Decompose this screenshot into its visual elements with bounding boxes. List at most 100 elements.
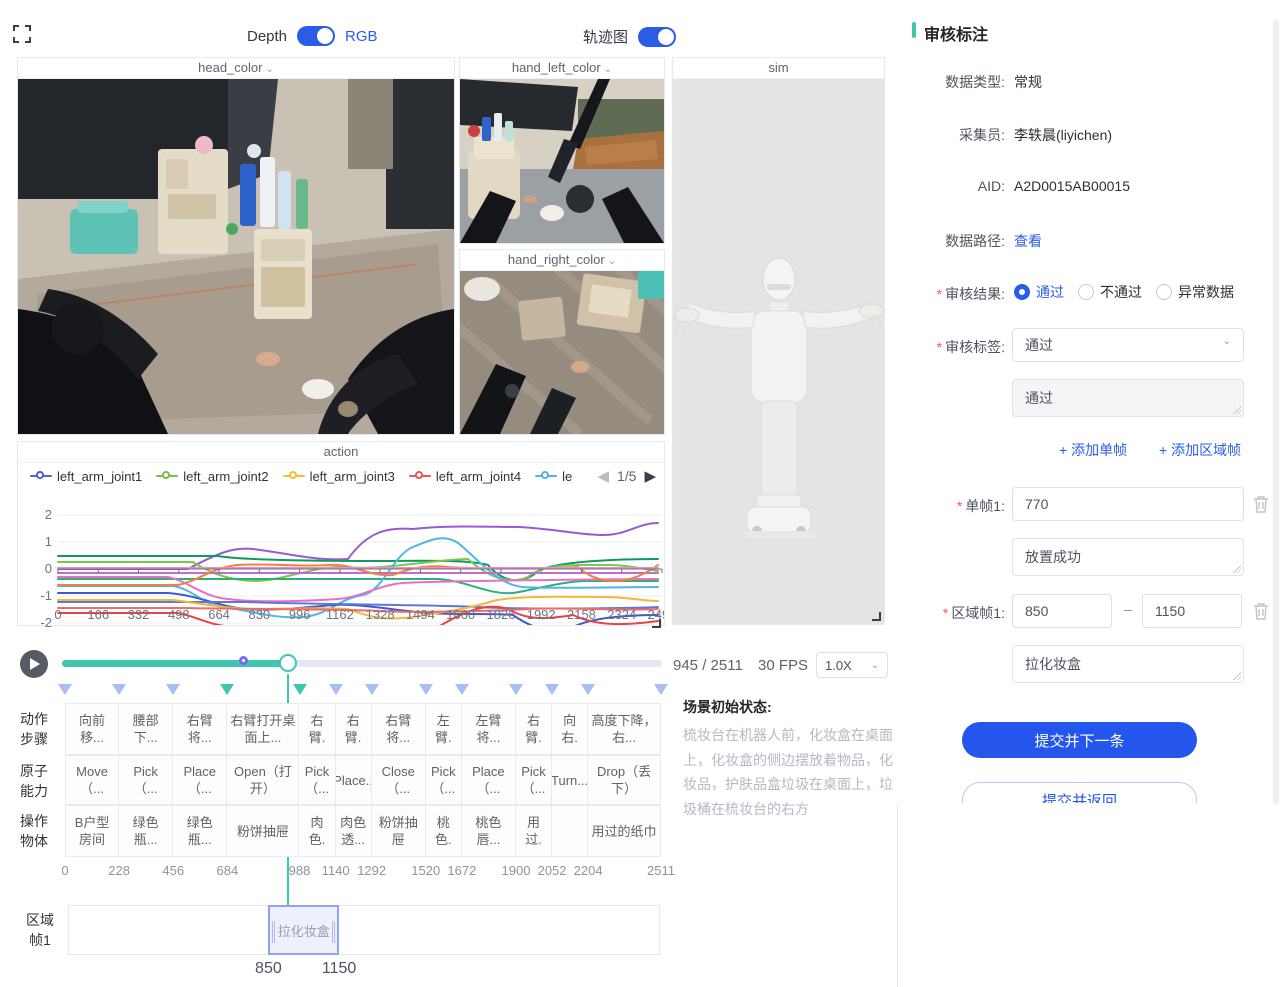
- legend-prev-icon[interactable]: ◀: [597, 467, 609, 485]
- frame-marker-icon[interactable]: [581, 684, 595, 695]
- steps-table-cell[interactable]: Move（...: [65, 755, 119, 805]
- steps-table-cell[interactable]: Pick（...: [119, 755, 173, 805]
- frame-marker-icon[interactable]: [654, 684, 668, 695]
- steps-table-cell[interactable]: 向前移...: [65, 703, 119, 755]
- sim-viewport[interactable]: [673, 79, 884, 624]
- steps-table-cell[interactable]: 绿色瓶...: [173, 805, 227, 857]
- head-camera-header[interactable]: head_color⌄: [18, 58, 454, 79]
- frame-marker-icon[interactable]: [545, 684, 559, 695]
- steps-table-cell[interactable]: 右臂.: [516, 703, 552, 755]
- legend-item[interactable]: left_arm_joint3: [283, 469, 395, 484]
- review-result-radio[interactable]: 异常数据: [1156, 282, 1234, 302]
- region-left-handle[interactable]: [272, 921, 275, 943]
- data-path-link[interactable]: 查看: [1014, 231, 1042, 251]
- single-frame-input[interactable]: 770: [1012, 487, 1244, 521]
- legend-item[interactable]: left_arm_joint2: [156, 469, 268, 484]
- radio-icon[interactable]: [1156, 284, 1172, 300]
- steps-table-cell[interactable]: Close（...: [372, 755, 426, 805]
- review-tag-select[interactable]: 通过 ⌄: [1012, 328, 1244, 362]
- frame-marker-icon[interactable]: [293, 684, 307, 695]
- steps-table-cell[interactable]: 用过的纸巾: [588, 805, 661, 857]
- fullscreen-icon[interactable]: [13, 25, 31, 43]
- single-frame-dot-marker[interactable]: [239, 656, 248, 665]
- steps-table-cell[interactable]: Pick（...: [300, 755, 336, 805]
- steps-table-cell[interactable]: Open（打开）: [227, 755, 299, 805]
- steps-table-cell[interactable]: B户型房间: [65, 805, 119, 857]
- resize-handle-icon[interactable]: [871, 611, 881, 621]
- steps-table-cell[interactable]: 右臂.: [300, 703, 336, 755]
- radio-icon[interactable]: [1078, 284, 1094, 300]
- steps-table-cell[interactable]: 左臂.: [426, 703, 462, 755]
- region-track[interactable]: [68, 905, 660, 955]
- frame-marker-icon[interactable]: [58, 684, 72, 695]
- frame-marker-icon[interactable]: [220, 684, 234, 695]
- frame-marker-icon[interactable]: [112, 684, 126, 695]
- legend-item[interactable]: left_arm_joint4: [409, 469, 521, 484]
- steps-table-cell[interactable]: 高度下降，右...: [588, 703, 661, 755]
- scene-initial-text: 梳妆台在机器人前，化妆盒在桌面上，化妆盒的侧边摆放着物品，化妆品，护肤品盒垃圾在…: [683, 723, 897, 821]
- steps-table-cell[interactable]: 腰部下...: [119, 703, 173, 755]
- steps-table-cell[interactable]: 右臂打开桌面上...: [227, 703, 299, 755]
- steps-table-cell[interactable]: 右臂将...: [173, 703, 227, 755]
- chart-plot-area[interactable]: 210-1-2 01663324986648309961162132814941…: [18, 489, 664, 630]
- resize-grip-icon[interactable]: [1233, 565, 1241, 573]
- speed-select[interactable]: 1.0X ⌄: [816, 652, 888, 678]
- steps-table-cell[interactable]: 肉色透...: [336, 805, 372, 857]
- scrollbar[interactable]: [1273, 20, 1279, 804]
- legend-next-icon[interactable]: ▶: [644, 467, 656, 485]
- add-single-frame-button[interactable]: + 添加单帧: [1059, 440, 1127, 460]
- steps-table-cell[interactable]: 桃色.: [426, 805, 462, 857]
- steps-table-cell[interactable]: Place（...: [462, 755, 516, 805]
- legend-item[interactable]: left_arm_joint1: [30, 469, 142, 484]
- region-start-input[interactable]: 850: [1012, 594, 1112, 628]
- review-tag-note[interactable]: 通过: [1012, 379, 1244, 417]
- steps-table-cell[interactable]: 粉饼抽屉: [227, 805, 299, 857]
- delete-region-frame-icon[interactable]: [1253, 602, 1269, 620]
- add-region-frame-button[interactable]: + 添加区域帧: [1159, 440, 1241, 460]
- steps-table-cell[interactable]: 右臂.: [336, 703, 372, 755]
- hand-left-camera-header[interactable]: hand_left_color⌄: [460, 58, 664, 79]
- steps-table-cell[interactable]: 向右.: [552, 703, 588, 755]
- play-button[interactable]: [20, 650, 48, 678]
- progress-handle[interactable]: [279, 654, 297, 672]
- frame-marker-icon[interactable]: [455, 684, 469, 695]
- frame-marker-icon[interactable]: [166, 684, 180, 695]
- submit-next-button[interactable]: 提交并下一条: [962, 722, 1197, 758]
- resize-handle-icon[interactable]: [651, 618, 661, 628]
- steps-table-cell[interactable]: 右臂将...: [372, 703, 426, 755]
- steps-table-cell[interactable]: Pick（...: [516, 755, 552, 805]
- radio-icon[interactable]: [1014, 284, 1030, 300]
- steps-table-cell[interactable]: Turn...: [552, 755, 588, 805]
- single-frame-note[interactable]: 放置成功: [1012, 538, 1244, 576]
- steps-table-cell[interactable]: 左臂将...: [462, 703, 516, 755]
- hand-right-camera-header[interactable]: hand_right_color⌄: [460, 250, 664, 271]
- steps-table-cell[interactable]: 绿色瓶...: [119, 805, 173, 857]
- region-frame-note[interactable]: 拉化妆盒: [1012, 645, 1244, 683]
- steps-table-cell[interactable]: Place（...: [173, 755, 227, 805]
- frame-marker-icon[interactable]: [509, 684, 523, 695]
- steps-table-cell[interactable]: Pick（...: [426, 755, 462, 805]
- chevron-down-icon: ⌄: [1223, 336, 1231, 347]
- review-result-radio[interactable]: 通过: [1014, 282, 1064, 302]
- delete-single-frame-icon[interactable]: [1253, 495, 1269, 513]
- frame-marker-icon[interactable]: [365, 684, 379, 695]
- steps-table-cell[interactable]: 肉色.: [300, 805, 336, 857]
- steps-table-cell[interactable]: Place..: [336, 755, 372, 805]
- resize-grip-icon[interactable]: [1233, 406, 1241, 414]
- region-highlight[interactable]: 拉化妆盒: [268, 905, 339, 955]
- frame-marker-icon[interactable]: [419, 684, 433, 695]
- steps-table-cell[interactable]: [552, 805, 588, 857]
- steps-table-cell[interactable]: 粉饼抽屉: [372, 805, 426, 857]
- depth-rgb-toggle[interactable]: [297, 26, 335, 46]
- resize-grip-icon[interactable]: [1233, 672, 1241, 680]
- review-result-radio[interactable]: 不通过: [1078, 282, 1142, 302]
- legend-item[interactable]: le: [535, 469, 572, 484]
- region-end-input[interactable]: 1150: [1142, 594, 1242, 628]
- submit-back-button[interactable]: 提交并返回: [962, 782, 1197, 803]
- region-right-handle[interactable]: [332, 921, 335, 943]
- steps-table-cell[interactable]: Drop（丢下）: [588, 755, 661, 805]
- frame-marker-icon[interactable]: [329, 684, 343, 695]
- trajectory-toggle[interactable]: [638, 27, 676, 47]
- steps-table-cell[interactable]: 用过.: [516, 805, 552, 857]
- steps-table-cell[interactable]: 桃色唇...: [462, 805, 516, 857]
